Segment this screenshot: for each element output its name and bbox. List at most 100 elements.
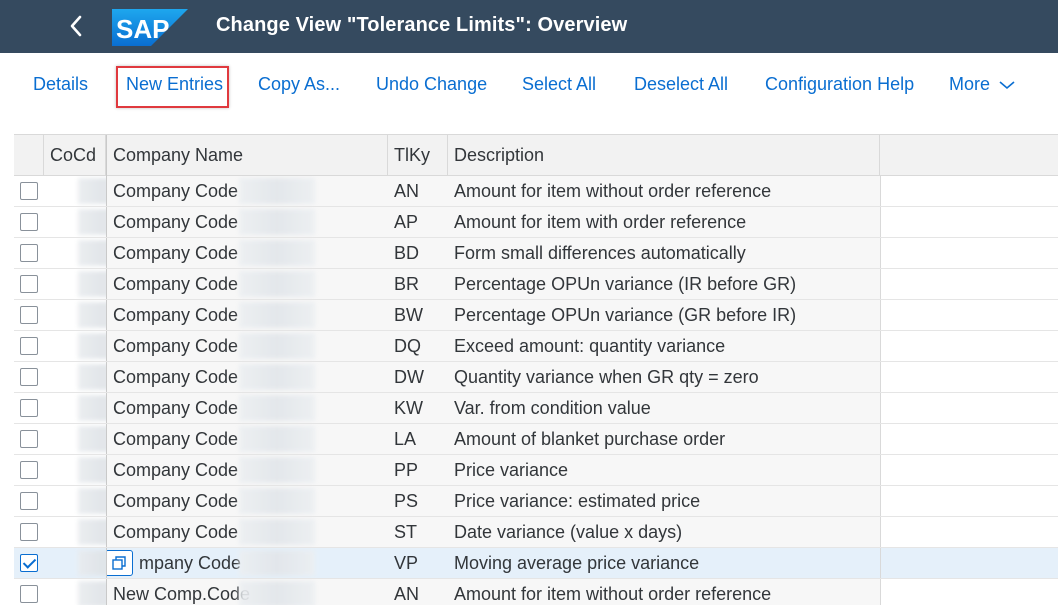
row-select-cell[interactable] [14, 517, 44, 547]
value-help-button[interactable] [107, 550, 133, 576]
row-select-cell[interactable] [14, 176, 44, 206]
company-name-cell[interactable]: Company Code [106, 207, 388, 237]
row-select-cell[interactable] [14, 331, 44, 361]
details-button[interactable]: Details [33, 73, 88, 95]
cocd-cell[interactable] [44, 486, 106, 516]
description-cell[interactable]: Amount for item with order reference [448, 207, 880, 237]
cocd-cell[interactable] [44, 579, 106, 605]
description-cell[interactable]: Amount of blanket purchase order [448, 424, 880, 454]
table-row[interactable]: Company Code ST Date variance (value x day… [14, 517, 1058, 548]
company-name-cell[interactable]: Company Code [106, 517, 388, 547]
row-select-cell[interactable] [14, 486, 44, 516]
row-checkbox[interactable] [20, 368, 38, 386]
description-cell[interactable]: Amount for item without order reference [448, 579, 880, 605]
tlky-cell[interactable]: BD [388, 238, 448, 268]
company-name-cell[interactable]: Company Code [106, 300, 388, 330]
company-name-cell[interactable]: Company Code [106, 269, 388, 299]
company-name-cell[interactable]: Company Code [106, 331, 388, 361]
row-checkbox[interactable] [20, 275, 38, 293]
table-row[interactable]: Company Code AN Amount for item without or… [14, 176, 1058, 207]
table-row[interactable]: Company Code KW Var. from condition value [14, 393, 1058, 424]
column-header-cocd[interactable]: CoCd [44, 135, 106, 176]
copy-as-button[interactable]: Copy As... [258, 73, 340, 95]
description-cell[interactable]: Quantity variance when GR qty = zero [448, 362, 880, 392]
row-checkbox[interactable] [20, 306, 38, 324]
row-select-cell[interactable] [14, 362, 44, 392]
back-button[interactable] [62, 12, 90, 40]
row-checkbox[interactable] [20, 523, 38, 541]
row-checkbox[interactable] [20, 430, 38, 448]
cocd-cell[interactable] [44, 238, 106, 268]
cocd-cell[interactable] [44, 424, 106, 454]
company-name-cell[interactable]: New Comp.Code [106, 579, 388, 605]
row-checkbox[interactable] [20, 554, 38, 572]
table-row[interactable]: New Comp.Code AN Amount for item without o… [14, 579, 1058, 605]
row-checkbox[interactable] [20, 182, 38, 200]
table-row[interactable]: Company Code BD Form small differences aut… [14, 238, 1058, 269]
description-cell[interactable]: Moving average price variance [448, 548, 880, 578]
cocd-cell[interactable] [44, 300, 106, 330]
tlky-cell[interactable]: PS [388, 486, 448, 516]
tlky-cell[interactable]: AP [388, 207, 448, 237]
cocd-cell[interactable] [44, 455, 106, 485]
tlky-cell[interactable]: DW [388, 362, 448, 392]
row-checkbox[interactable] [20, 244, 38, 262]
company-name-cell[interactable]: Company Code [106, 362, 388, 392]
undo-change-button[interactable]: Undo Change [376, 73, 487, 95]
description-cell[interactable]: Percentage OPUn variance (IR before GR) [448, 269, 880, 299]
tlky-cell[interactable]: ST [388, 517, 448, 547]
tlky-cell[interactable]: PP [388, 455, 448, 485]
table-row[interactable]: Company Code LA Amount of blanket purchase… [14, 424, 1058, 455]
row-select-cell[interactable] [14, 300, 44, 330]
cocd-cell[interactable] [44, 176, 106, 206]
description-cell[interactable]: Price variance: estimated price [448, 486, 880, 516]
table-row[interactable]: Company Code BW Percentage OPUn variance (… [14, 300, 1058, 331]
row-select-cell[interactable] [14, 548, 44, 578]
table-row[interactable]: mpany Code VP Moving average price varianc… [14, 548, 1058, 579]
tlky-cell[interactable]: LA [388, 424, 448, 454]
table-row[interactable]: Company Code PP Price variance [14, 455, 1058, 486]
company-name-cell[interactable]: Company Code [106, 238, 388, 268]
company-name-cell[interactable]: Company Code [106, 486, 388, 516]
description-cell[interactable]: Var. from condition value [448, 393, 880, 423]
row-select-cell[interactable] [14, 238, 44, 268]
column-header-description[interactable]: Description [448, 135, 880, 176]
tlky-cell[interactable]: DQ [388, 331, 448, 361]
cocd-cell[interactable] [44, 331, 106, 361]
row-select-cell[interactable] [14, 207, 44, 237]
table-row[interactable]: Company Code PS Price variance: estimated … [14, 486, 1058, 517]
tlky-cell[interactable]: BW [388, 300, 448, 330]
row-select-cell[interactable] [14, 455, 44, 485]
table-row[interactable]: Company Code BR Percentage OPUn variance (… [14, 269, 1058, 300]
row-checkbox[interactable] [20, 585, 38, 603]
column-header-tlky[interactable]: TlKy [388, 135, 448, 176]
row-select-cell[interactable] [14, 269, 44, 299]
tlky-cell[interactable]: AN [388, 579, 448, 605]
description-cell[interactable]: Amount for item without order reference [448, 176, 880, 206]
company-name-cell[interactable]: mpany Code [106, 548, 388, 578]
more-button[interactable]: More [949, 73, 1015, 95]
description-cell[interactable]: Percentage OPUn variance (GR before IR) [448, 300, 880, 330]
deselect-all-button[interactable]: Deselect All [634, 73, 728, 95]
tlky-cell[interactable]: KW [388, 393, 448, 423]
configuration-help-button[interactable]: Configuration Help [765, 73, 914, 95]
cocd-cell[interactable] [44, 362, 106, 392]
row-checkbox[interactable] [20, 461, 38, 479]
company-name-cell[interactable]: Company Code [106, 424, 388, 454]
row-checkbox[interactable] [20, 337, 38, 355]
cocd-cell[interactable] [44, 269, 106, 299]
table-row[interactable]: Company Code AP Amount for item with order… [14, 207, 1058, 238]
row-checkbox[interactable] [20, 213, 38, 231]
select-all-button[interactable]: Select All [522, 73, 596, 95]
company-name-cell[interactable]: Company Code [106, 455, 388, 485]
cocd-cell[interactable] [44, 207, 106, 237]
row-select-cell[interactable] [14, 393, 44, 423]
column-header-company-name[interactable]: Company Name [106, 135, 388, 176]
row-checkbox[interactable] [20, 399, 38, 417]
description-cell[interactable]: Form small differences automatically [448, 238, 880, 268]
row-checkbox[interactable] [20, 492, 38, 510]
tlky-cell[interactable]: AN [388, 176, 448, 206]
tlky-cell[interactable]: VP [388, 548, 448, 578]
row-select-cell[interactable] [14, 579, 44, 605]
tlky-cell[interactable]: BR [388, 269, 448, 299]
